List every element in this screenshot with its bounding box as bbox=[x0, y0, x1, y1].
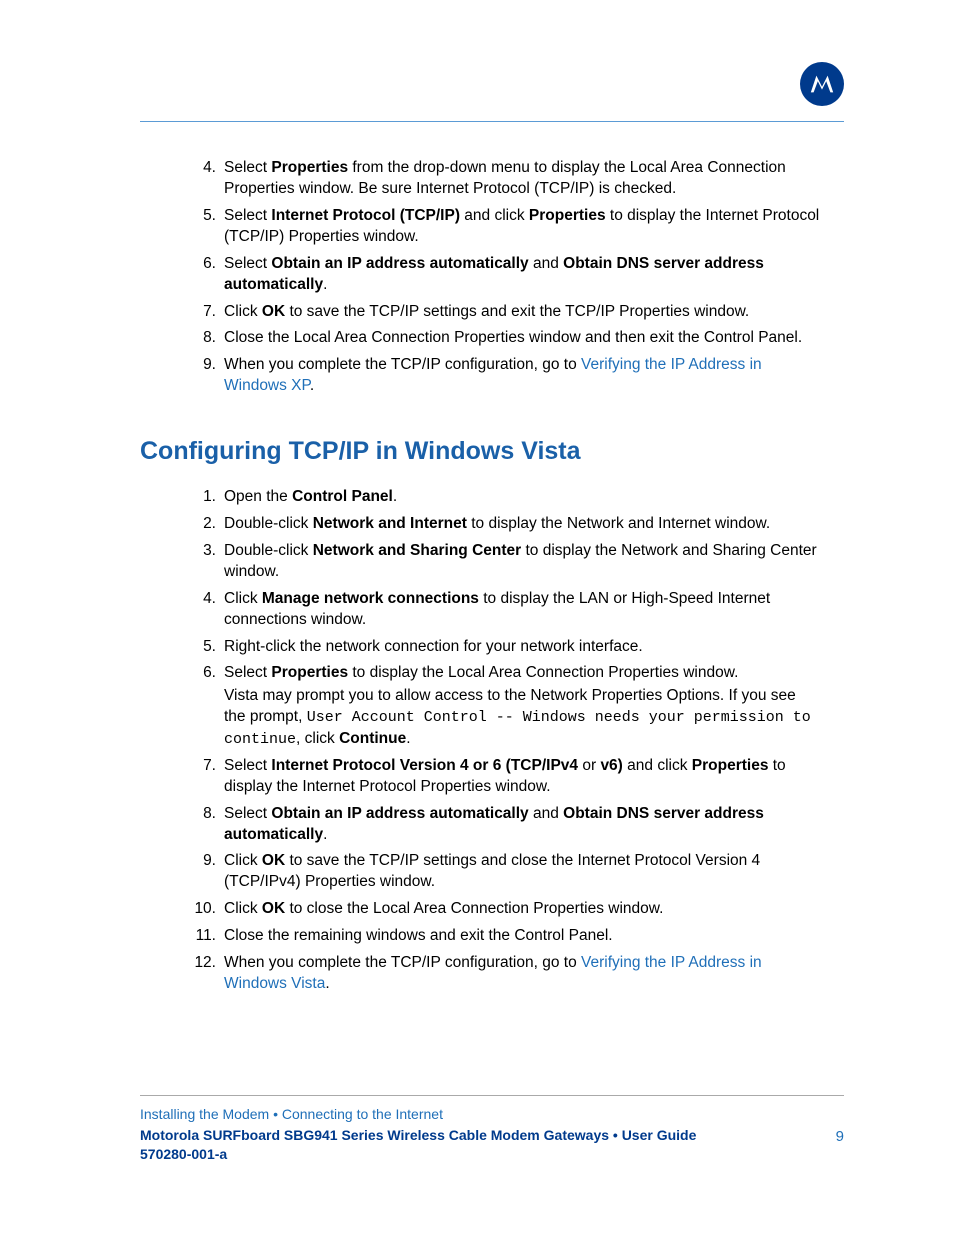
step-number: 12. bbox=[188, 953, 216, 974]
xp-steps-list: 4. Select Properties from the drop-down m… bbox=[140, 158, 820, 397]
step-number: 9. bbox=[196, 355, 216, 376]
step-number: 11. bbox=[188, 926, 216, 947]
step-text: Click OK to save the TCP/IP settings and… bbox=[224, 302, 820, 323]
step-number: 4. bbox=[196, 158, 216, 179]
section-heading: Configuring TCP/IP in Windows Vista bbox=[140, 435, 820, 469]
footer-breadcrumb: Installing the Modem • Connecting to the… bbox=[140, 1106, 844, 1122]
step-text: Close the Local Area Connection Properti… bbox=[224, 328, 820, 349]
list-item: 6. Select Obtain an IP address automatica… bbox=[140, 254, 820, 296]
list-item: 8. Close the Local Area Connection Proper… bbox=[140, 328, 820, 349]
step-number: 7. bbox=[196, 302, 216, 323]
list-item: 3. Double-click Network and Sharing Cente… bbox=[140, 541, 820, 583]
step-text: Select Obtain an IP address automaticall… bbox=[224, 254, 820, 296]
step-number: 9. bbox=[188, 851, 216, 872]
list-item: 7. Select Internet Protocol Version 4 or … bbox=[140, 756, 820, 798]
step-text: Double-click Network and Internet to dis… bbox=[224, 514, 820, 535]
list-item: 5. Right-click the network connection for… bbox=[140, 637, 820, 658]
step-number: 5. bbox=[188, 637, 216, 658]
list-item: 11. Close the remaining windows and exit … bbox=[140, 926, 820, 947]
step-number: 8. bbox=[188, 804, 216, 825]
list-item: 12. When you complete the TCP/IP configur… bbox=[140, 953, 820, 995]
list-item: 1. Open the Control Panel. bbox=[140, 487, 820, 508]
step-text: Close the remaining windows and exit the… bbox=[224, 926, 820, 947]
step-text: Select Internet Protocol (TCP/IP) and cl… bbox=[224, 206, 820, 248]
list-item: 7. Click OK to save the TCP/IP settings a… bbox=[140, 302, 820, 323]
step-number: 3. bbox=[188, 541, 216, 562]
footer-title-line2: 570280-001-a bbox=[140, 1146, 227, 1162]
step-text: Right-click the network connection for y… bbox=[224, 637, 820, 658]
list-item: 9. Click OK to save the TCP/IP settings a… bbox=[140, 851, 820, 893]
step-number: 2. bbox=[188, 514, 216, 535]
list-item: 4. Click Manage network connections to di… bbox=[140, 589, 820, 631]
step-text: When you complete the TCP/IP configurati… bbox=[224, 953, 820, 995]
step-text: When you complete the TCP/IP configurati… bbox=[224, 355, 820, 397]
step-text: Click Manage network connections to disp… bbox=[224, 589, 820, 631]
step-text: Click OK to save the TCP/IP settings and… bbox=[224, 851, 820, 893]
vista-steps-list: 1. Open the Control Panel. 2. Double-click … bbox=[140, 487, 820, 995]
list-item: 8. Select Obtain an IP address automatica… bbox=[140, 804, 820, 846]
motorola-logo-icon bbox=[800, 62, 844, 106]
page-footer: Installing the Modem • Connecting to the… bbox=[140, 1095, 844, 1165]
list-item: 2. Double-click Network and Internet to d… bbox=[140, 514, 820, 535]
footer-title-line1: Motorola SURFboard SBG941 Series Wireles… bbox=[140, 1127, 696, 1143]
step-text: Select Obtain an IP address automaticall… bbox=[224, 804, 820, 846]
step-number: 7. bbox=[188, 756, 216, 777]
step-number: 5. bbox=[196, 206, 216, 227]
step-number: 6. bbox=[196, 254, 216, 275]
step-number: 4. bbox=[188, 589, 216, 610]
step-number: 6. bbox=[188, 663, 216, 684]
step-text: Click OK to close the Local Area Connect… bbox=[224, 899, 820, 920]
list-item: 5. Select Internet Protocol (TCP/IP) and … bbox=[140, 206, 820, 248]
list-item: 9. When you complete the TCP/IP configura… bbox=[140, 355, 820, 397]
step-text: Select Properties to display the Local A… bbox=[224, 663, 820, 684]
step-number: 8. bbox=[196, 328, 216, 349]
list-item: 4. Select Properties from the drop-down m… bbox=[140, 158, 820, 200]
list-item: 10. Click OK to close the Local Area Conn… bbox=[140, 899, 820, 920]
header-rule bbox=[140, 62, 844, 122]
step-text: Open the Control Panel. bbox=[224, 487, 820, 508]
list-item: 6. Select Properties to display the Local… bbox=[140, 663, 820, 749]
step-subtext: Vista may prompt you to allow access to … bbox=[224, 686, 820, 749]
step-text: Select Properties from the drop-down men… bbox=[224, 158, 820, 200]
step-text: Double-click Network and Sharing Center … bbox=[224, 541, 820, 583]
step-number: 1. bbox=[188, 487, 216, 508]
page-content: 4. Select Properties from the drop-down m… bbox=[140, 158, 820, 1001]
footer-doc-title: Motorola SURFboard SBG941 Series Wireles… bbox=[140, 1126, 844, 1165]
page-number: 9 bbox=[836, 1128, 844, 1145]
step-text: Select Internet Protocol Version 4 or 6 … bbox=[224, 756, 820, 798]
step-number: 10. bbox=[188, 899, 216, 920]
